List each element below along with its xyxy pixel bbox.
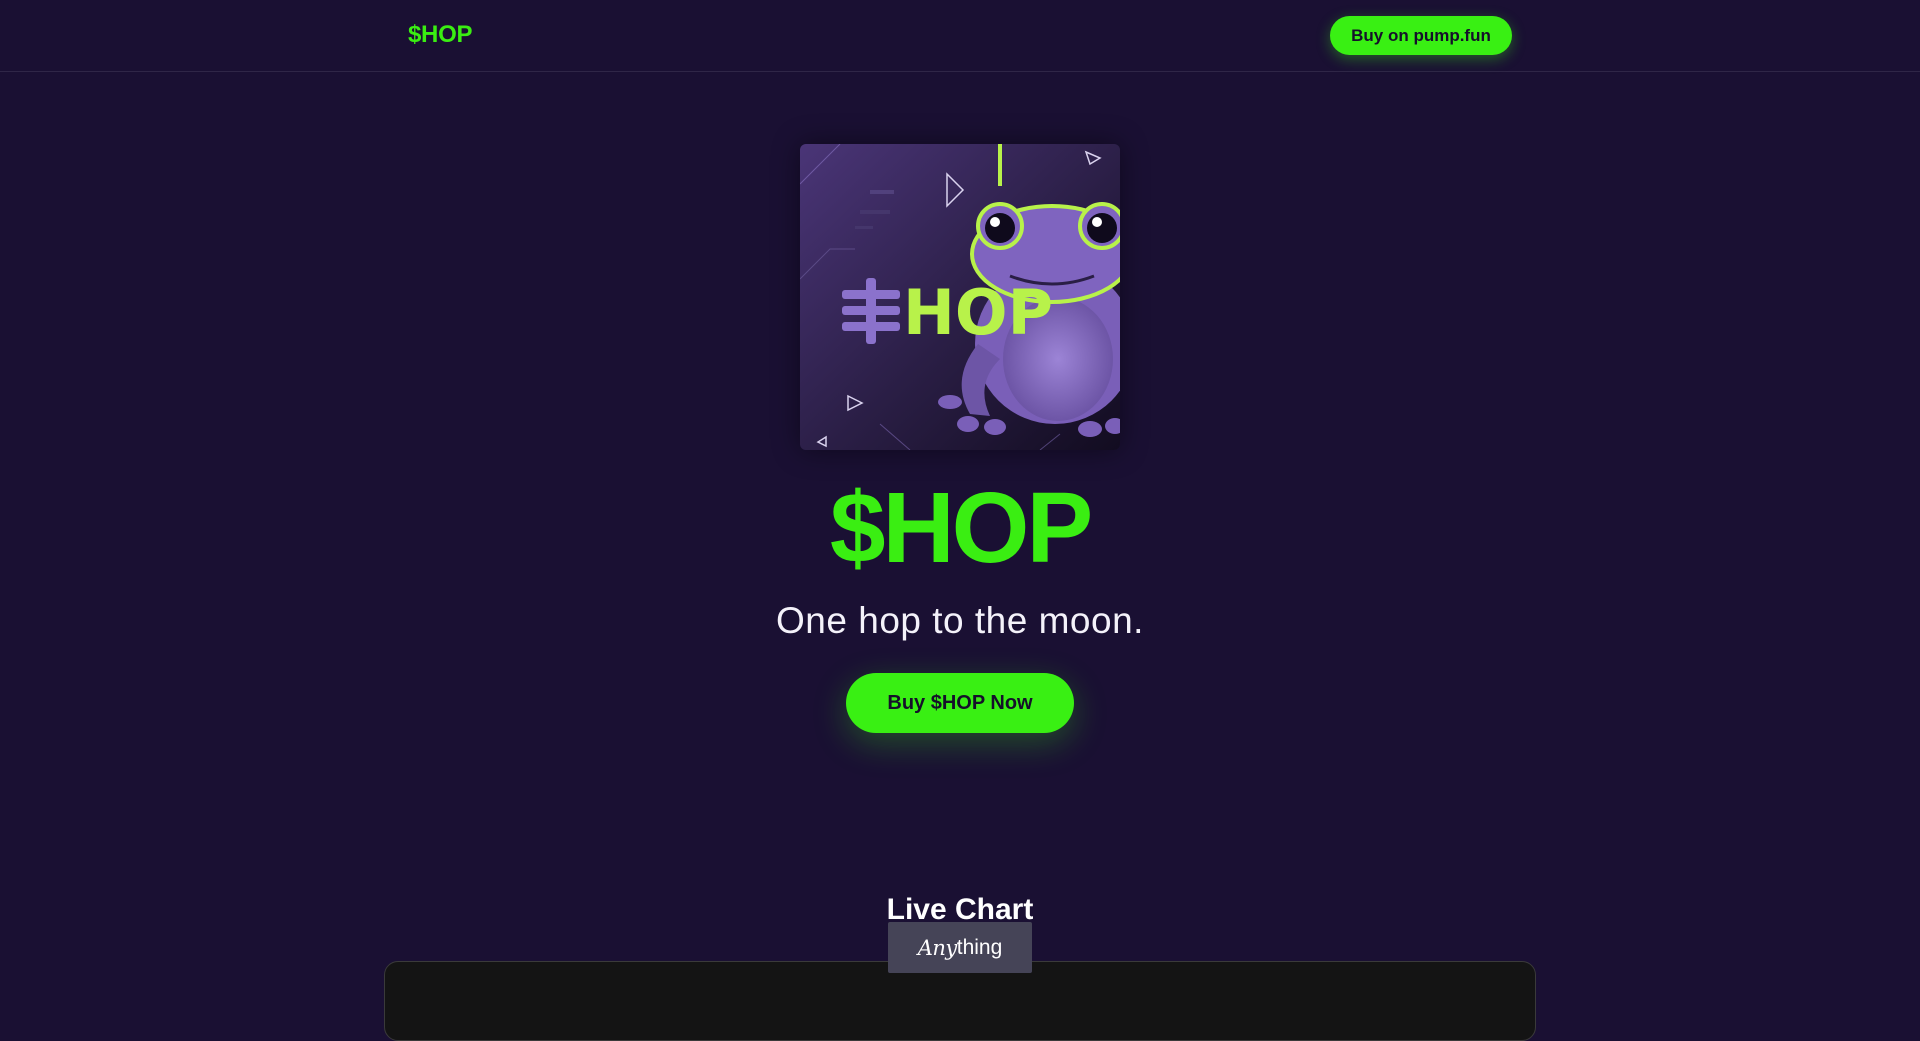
buy-on-pump-button[interactable]: Buy on pump.fun <box>1330 16 1512 55</box>
live-chart-panel[interactable] <box>384 961 1536 1041</box>
anything-badge[interactable]: Any thing <box>888 922 1032 973</box>
brand-logo[interactable]: $HOP <box>408 21 472 49</box>
logo-text: HOP <box>903 276 1053 349</box>
frog-illustration: HOP <box>800 144 1120 450</box>
hero-tagline: One hop to the moon. <box>776 600 1144 641</box>
buy-hop-now-button[interactable]: Buy $HOP Now <box>846 673 1074 733</box>
hero-mascot-image: HOP <box>800 144 1120 450</box>
badge-prefix: Any <box>917 935 958 960</box>
top-nav: $HOP Buy on pump.fun <box>0 0 1920 72</box>
hero-title: $HOP <box>829 472 1093 584</box>
badge-suffix: thing <box>956 935 1003 959</box>
